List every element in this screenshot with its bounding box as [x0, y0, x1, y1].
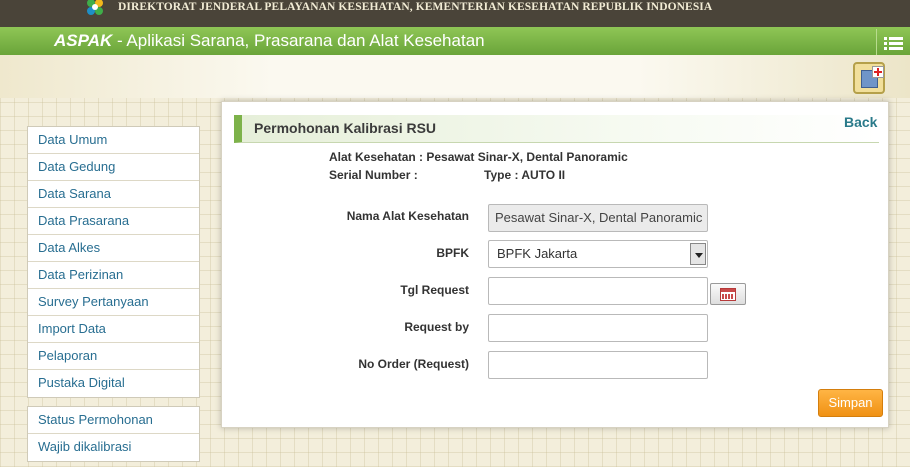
sidebar-item-data-prasarana[interactable]: Data Prasarana — [28, 208, 199, 235]
menu-icon[interactable] — [876, 29, 910, 55]
nama-alat-label: Nama Alat Kesehatan — [346, 209, 469, 223]
no-order-label: No Order (Request) — [358, 357, 469, 371]
sidebar-item-data-umum[interactable]: Data Umum — [28, 127, 199, 154]
bpfk-label: BPFK — [436, 246, 469, 260]
sidebar-item-wajib-dikalibrasi[interactable]: Wajib dikalibrasi — [28, 434, 199, 461]
info-serial-number: Serial Number : — [329, 168, 418, 182]
sidebar-item-data-sarana[interactable]: Data Sarana — [28, 181, 199, 208]
bpfk-selected-value: BPFK Jakarta — [497, 246, 578, 261]
info-type: Type : AUTO II — [484, 168, 566, 182]
top-bar: DIREKTORAT JENDERAL PELAYANAN KESEHATAN,… — [0, 0, 910, 27]
page-title: Permohonan Kalibrasi RSU — [254, 120, 437, 136]
bpfk-select[interactable]: BPFK Jakarta — [488, 240, 708, 268]
panel-header: Permohonan Kalibrasi RSU — [234, 115, 879, 143]
tgl-request-label: Tgl Request — [400, 283, 469, 297]
sidebar: Data Umum Data Gedung Data Sarana Data P… — [27, 126, 200, 462]
sidebar-item-status-permohonan[interactable]: Status Permohonan — [28, 407, 199, 434]
sidebar-item-data-alkes[interactable]: Data Alkes — [28, 235, 199, 262]
tgl-request-input[interactable] — [488, 277, 708, 305]
hospital-icon[interactable] — [853, 62, 885, 94]
back-link[interactable]: Back — [844, 114, 877, 130]
main-panel: Permohonan Kalibrasi RSU Back Alat Keseh… — [221, 101, 889, 428]
sidebar-menu: Data Umum Data Gedung Data Sarana Data P… — [27, 126, 200, 398]
request-by-label: Request by — [404, 320, 469, 334]
app-header: ASPAK - Aplikasi Sarana, Prasarana dan A… — [0, 27, 910, 55]
sidebar-item-pelaporan[interactable]: Pelaporan — [28, 343, 199, 370]
no-order-input[interactable] — [488, 351, 708, 379]
sidebar-item-data-perizinan[interactable]: Data Perizinan — [28, 262, 199, 289]
app-subtitle: - Aplikasi Sarana, Prasarana dan Alat Ke… — [112, 31, 485, 50]
info-alat-kesehatan: Alat Kesehatan : Pesawat Sinar-X, Dental… — [329, 150, 628, 164]
sub-header — [0, 55, 910, 98]
sidebar-item-survey-pertanyaan[interactable]: Survey Pertanyaan — [28, 289, 199, 316]
chevron-down-icon[interactable] — [690, 243, 706, 265]
organization-name: DIREKTORAT JENDERAL PELAYANAN KESEHATAN,… — [118, 1, 713, 13]
sidebar-menu-secondary: Status Permohonan Wajib dikalibrasi — [27, 406, 200, 462]
save-button[interactable]: Simpan — [818, 389, 883, 417]
sidebar-item-import-data[interactable]: Import Data — [28, 316, 199, 343]
app-name: ASPAK — [54, 31, 113, 50]
sidebar-item-data-gedung[interactable]: Data Gedung — [28, 154, 199, 181]
ministry-logo-icon — [87, 0, 103, 15]
app-title: ASPAK - Aplikasi Sarana, Prasarana dan A… — [54, 31, 485, 51]
calendar-button[interactable] — [710, 283, 746, 305]
calendar-icon — [720, 288, 736, 301]
sidebar-item-pustaka-digital[interactable]: Pustaka Digital — [28, 370, 199, 397]
request-by-input[interactable] — [488, 314, 708, 342]
nama-alat-field: Pesawat Sinar-X, Dental Panoramic — [488, 204, 708, 232]
